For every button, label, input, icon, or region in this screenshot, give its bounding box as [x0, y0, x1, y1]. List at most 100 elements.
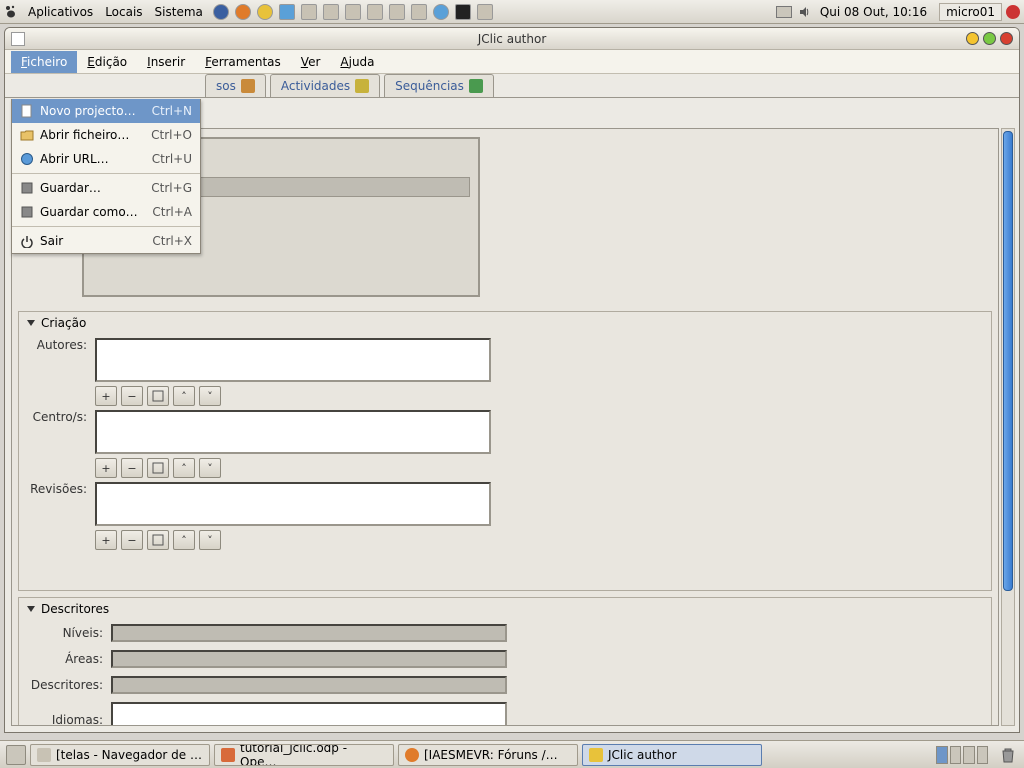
menu-item-sair[interactable]: Sair Ctrl+X — [12, 229, 200, 253]
launcher-icon[interactable] — [477, 4, 493, 20]
menu-ferramentas[interactable]: Ferramentas — [195, 51, 291, 73]
menu-item-shortcut: Ctrl+A — [152, 205, 192, 219]
taskbar-item-active[interactable]: JClic author — [582, 744, 762, 766]
volume-icon[interactable] — [798, 5, 812, 19]
field-niveis[interactable] — [111, 624, 507, 642]
edit-button[interactable] — [147, 458, 169, 478]
collapse-icon[interactable] — [27, 320, 35, 326]
field-descritores[interactable] — [111, 676, 507, 694]
label-autores: Autores: — [27, 338, 87, 352]
btnrow-autores: + − ˄ ˅ — [95, 386, 991, 406]
remove-button[interactable]: − — [121, 386, 143, 406]
jclic-icon — [589, 748, 603, 762]
workspace-switcher[interactable] — [936, 746, 988, 764]
terminal-icon[interactable] — [455, 4, 471, 20]
down-button[interactable]: ˅ — [199, 386, 221, 406]
launcher-icon[interactable] — [433, 4, 449, 20]
label-revisoes: Revisões: — [27, 482, 87, 496]
tab-strip: sos Actividades Sequências — [5, 74, 1019, 98]
taskbar-item[interactable]: [IAESMEVR: Fóruns /… — [398, 744, 578, 766]
menu-item-guardar[interactable]: Guardar… Ctrl+G — [12, 176, 200, 200]
tab-sequencias[interactable]: Sequências — [384, 74, 494, 97]
launcher-icon[interactable] — [323, 4, 339, 20]
menu-item-label: Abrir ficheiro… — [40, 128, 145, 142]
menu-item-shortcut: Ctrl+O — [151, 128, 192, 142]
launcher-icon[interactable] — [213, 4, 229, 20]
menu-ver[interactable]: Ver — [291, 51, 331, 73]
show-desktop-button[interactable] — [6, 745, 26, 765]
add-button[interactable]: + — [95, 458, 117, 478]
label-descritores: Descritores: — [27, 678, 103, 692]
titlebar: JClic author — [5, 28, 1019, 50]
up-button[interactable]: ˄ — [173, 386, 195, 406]
menu-item-label: Guardar… — [40, 181, 145, 195]
globe-icon — [20, 152, 34, 166]
menu-item-label: Novo projecto… — [40, 104, 146, 118]
firefox-icon[interactable] — [235, 4, 251, 20]
shutdown-icon[interactable] — [1006, 5, 1020, 19]
menu-item-shortcut: Ctrl+N — [152, 104, 192, 118]
launcher-icon[interactable] — [257, 4, 273, 20]
taskbar-label: JClic author — [608, 748, 677, 762]
file-menu-dropdown: Novo projecto… Ctrl+N Abrir ficheiro… Ct… — [11, 99, 201, 254]
add-button[interactable]: + — [95, 386, 117, 406]
tab-label: Sequências — [395, 79, 464, 93]
tab-icon — [469, 79, 483, 93]
menu-item-abrir-url[interactable]: Abrir URL… Ctrl+U — [12, 147, 200, 171]
down-button[interactable]: ˅ — [199, 458, 221, 478]
section-descritores: Descritores Níveis: Áreas: Descritores: … — [18, 597, 992, 726]
panel-menu-places[interactable]: Locais — [99, 5, 148, 19]
keyboard-icon[interactable] — [776, 6, 792, 18]
menu-item-label: Sair — [40, 234, 146, 248]
save-as-icon — [20, 205, 34, 219]
up-button[interactable]: ˄ — [173, 530, 195, 550]
tab-actividades[interactable]: Actividades — [270, 74, 380, 97]
scrollbar-thumb[interactable] — [1003, 131, 1013, 591]
maximize-button[interactable] — [983, 32, 996, 45]
menu-edicao[interactable]: Edição — [77, 51, 137, 73]
launcher-icon[interactable] — [345, 4, 361, 20]
launcher-icon[interactable] — [389, 4, 405, 20]
tab-icon — [241, 79, 255, 93]
minimize-button[interactable] — [966, 32, 979, 45]
trash-icon[interactable] — [998, 745, 1018, 765]
panel-menu-system[interactable]: Sistema — [149, 5, 209, 19]
menu-inserir[interactable]: Inserir — [137, 51, 195, 73]
edit-button[interactable] — [147, 386, 169, 406]
tab-partial[interactable]: sos — [205, 74, 266, 97]
gnome-panel: Aplicativos Locais Sistema Qui 08 Out, 1… — [0, 0, 1024, 24]
up-button[interactable]: ˄ — [173, 458, 195, 478]
launcher-icon[interactable] — [279, 4, 295, 20]
launcher-icon[interactable] — [367, 4, 383, 20]
label-centros: Centro/s: — [27, 410, 87, 424]
launcher-icon[interactable] — [411, 4, 427, 20]
list-autores[interactable] — [95, 338, 491, 382]
menu-item-label: Abrir URL… — [40, 152, 146, 166]
down-button[interactable]: ˅ — [199, 530, 221, 550]
collapse-icon[interactable] — [27, 606, 35, 612]
field-areas[interactable] — [111, 650, 507, 668]
taskbar-item[interactable]: [telas - Navegador de … — [30, 744, 210, 766]
menu-item-guardar-como[interactable]: Guardar como… Ctrl+A — [12, 200, 200, 224]
remove-button[interactable]: − — [121, 458, 143, 478]
panel-menu-applications[interactable]: Aplicativos — [22, 5, 99, 19]
menu-item-abrir-ficheiro[interactable]: Abrir ficheiro… Ctrl+O — [12, 123, 200, 147]
close-button[interactable] — [1000, 32, 1013, 45]
menu-item-novo-projecto[interactable]: Novo projecto… Ctrl+N — [12, 99, 200, 123]
menu-ajuda[interactable]: Ajuda — [330, 51, 384, 73]
tab-label: sos — [216, 79, 236, 93]
open-file-icon — [20, 128, 34, 142]
list-idiomas[interactable] — [111, 702, 507, 726]
remove-button[interactable]: − — [121, 530, 143, 550]
menu-ficheiro[interactable]: Ficheiro — [11, 51, 77, 73]
list-centros[interactable] — [95, 410, 491, 454]
add-button[interactable]: + — [95, 530, 117, 550]
edit-button[interactable] — [147, 530, 169, 550]
list-revisoes[interactable] — [95, 482, 491, 526]
section-criacao: Criação Autores: + − ˄ ˅ Centro/s: + − ˄… — [18, 311, 992, 591]
launcher-icon[interactable] — [301, 4, 317, 20]
taskbar-item[interactable]: tutorial_jclic.odp - Ope… — [214, 744, 394, 766]
vertical-scrollbar[interactable] — [1001, 128, 1015, 726]
hostname: micro01 — [939, 3, 1002, 21]
clock[interactable]: Qui 08 Out, 10:16 — [812, 5, 935, 19]
